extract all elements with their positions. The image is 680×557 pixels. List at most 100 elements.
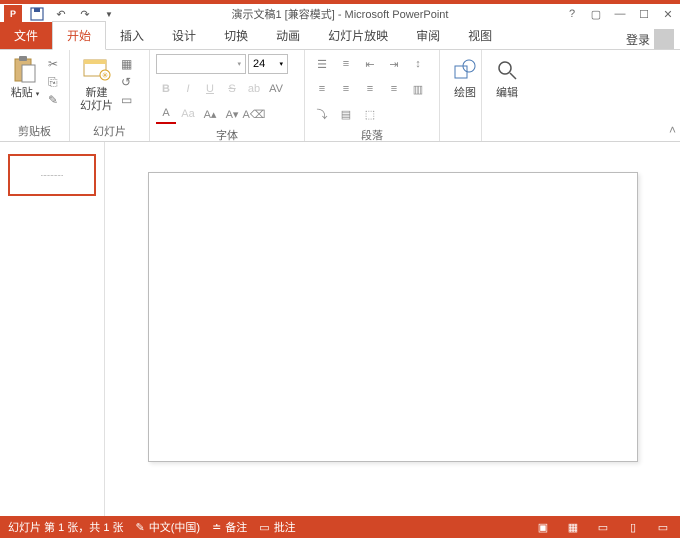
editing-group-label — [488, 125, 518, 139]
change-case-button[interactable]: Aa — [178, 104, 198, 124]
font-group-label: 字体 — [156, 125, 298, 143]
ribbon-tabs: 文件 开始 插入 设计 切换 动画 幻灯片放映 审阅 视图 登录 — [0, 24, 680, 50]
smartart-icon[interactable]: ⬚ — [359, 104, 381, 124]
group-drawing: 绘图 — [440, 50, 482, 141]
justify-icon[interactable]: ≡ — [383, 79, 405, 99]
help-icon[interactable]: ? — [564, 6, 580, 22]
normal-view-icon[interactable]: ▣ — [534, 520, 552, 534]
reset-icon[interactable]: ↺ — [121, 75, 137, 89]
slide-canvas[interactable] — [148, 172, 638, 462]
login-label: 登录 — [626, 31, 650, 48]
collapse-ribbon-icon[interactable]: ˄ — [669, 123, 676, 137]
drawing-label: 绘图 — [454, 87, 476, 100]
shapes-icon — [450, 55, 480, 85]
minimize-icon[interactable]: — — [612, 6, 628, 22]
layout-icon[interactable]: ▦ — [121, 57, 137, 71]
slide-thumbnail-1[interactable]: ................ — [8, 154, 96, 196]
align-text-icon[interactable]: ▤ — [335, 104, 357, 124]
drawing-button[interactable]: 绘图 — [446, 53, 484, 102]
spacing-icon[interactable]: AV — [266, 79, 286, 99]
bullets-icon[interactable]: ☰ — [311, 54, 333, 74]
spellcheck-icon: ✎ — [136, 521, 145, 534]
tab-insert[interactable]: 插入 — [106, 22, 158, 49]
align-center-icon[interactable]: ≡ — [335, 79, 357, 99]
group-paragraph: ☰ ≡ ⇤ ⇥ ↕ ≡ ≡ ≡ ≡ ▥ ⤵ ▤ ⬚ 段落 — [305, 50, 440, 141]
align-left-icon[interactable]: ≡ — [311, 79, 333, 99]
tab-file[interactable]: 文件 — [0, 22, 52, 49]
editing-label: 编辑 — [496, 87, 518, 100]
copy-icon[interactable]: ⎘ — [48, 75, 64, 89]
tab-design[interactable]: 设计 — [158, 22, 210, 49]
slides-group-label: 幻灯片 — [76, 121, 143, 139]
numbering-icon[interactable]: ≡ — [335, 54, 357, 74]
font-color-icon[interactable]: A — [156, 104, 176, 124]
font-size-combo[interactable]: 24▾ — [248, 54, 288, 74]
paste-label: 粘贴 ▾ — [11, 87, 40, 100]
shrink-font-icon[interactable]: A▾ — [222, 104, 242, 124]
sorter-view-icon[interactable]: ▦ — [564, 520, 582, 534]
tab-review[interactable]: 审阅 — [402, 22, 454, 49]
section-icon[interactable]: ▭ — [121, 93, 137, 107]
tab-slideshow[interactable]: 幻灯片放映 — [314, 22, 402, 49]
new-slide-button[interactable]: ✳ 新建 幻灯片 — [76, 53, 117, 115]
grow-font-icon[interactable]: A▴ — [200, 104, 220, 124]
workspace: ................ — [0, 142, 680, 516]
drawing-group-label — [446, 125, 475, 139]
statusbar: 幻灯片 第 1 张，共 1 张 ✎ 中文(中国) ≐ 备注 ▭ 批注 ▣ ▦ ▭… — [0, 516, 680, 538]
group-font: ▾ 24▾ B I U S ab AV A Aa A▴ A▾ A⌫ 字体 — [150, 50, 305, 141]
new-slide-label: 新建 幻灯片 — [80, 87, 113, 113]
clear-format-icon[interactable]: A⌫ — [244, 104, 264, 124]
cut-icon[interactable]: ✂ — [48, 57, 64, 71]
language-indicator[interactable]: ✎ 中文(中国) — [136, 519, 201, 535]
close-icon[interactable]: ✕ — [660, 6, 676, 22]
bold-button[interactable]: B — [156, 79, 176, 99]
columns-icon[interactable]: ▥ — [407, 79, 429, 99]
notes-button[interactable]: ≐ 备注 — [212, 519, 247, 535]
presenter-view-icon[interactable]: ▭ — [654, 520, 672, 534]
login-area[interactable]: 登录 — [626, 29, 674, 49]
tab-home[interactable]: 开始 — [52, 21, 106, 50]
align-right-icon[interactable]: ≡ — [359, 79, 381, 99]
ribbon: 粘贴 ▾ ✂ ⎘ ✎ 剪贴板 ✳ 新建 幻灯片 ▦ ↺ ▭ 幻灯片 — [0, 50, 680, 142]
reading-view-icon[interactable]: ▭ — [594, 520, 612, 534]
format-painter-icon[interactable]: ✎ — [48, 93, 64, 107]
notes-icon: ≐ — [212, 521, 221, 534]
new-slide-icon: ✳ — [82, 55, 112, 85]
save-icon[interactable] — [28, 5, 46, 23]
comments-icon: ▭ — [259, 521, 269, 534]
font-family-combo[interactable]: ▾ — [156, 54, 246, 74]
paragraph-group-label: 段落 — [311, 125, 433, 143]
tab-transitions[interactable]: 切换 — [210, 22, 262, 49]
underline-button[interactable]: U — [200, 79, 220, 99]
powerpoint-logo-icon: P — [4, 5, 22, 23]
paste-icon — [10, 55, 40, 85]
tab-view[interactable]: 视图 — [454, 22, 506, 49]
text-direction-icon[interactable]: ⤵ — [311, 104, 333, 124]
avatar-icon — [654, 29, 674, 49]
thumb-preview: ................ — [41, 172, 63, 178]
shadow-button[interactable]: ab — [244, 79, 264, 99]
window-controls: ? ▢ — ☐ ✕ — [564, 6, 676, 22]
find-icon — [492, 55, 522, 85]
group-slides: ✳ 新建 幻灯片 ▦ ↺ ▭ 幻灯片 — [70, 50, 150, 141]
indent-decrease-icon[interactable]: ⇤ — [359, 54, 381, 74]
comments-button[interactable]: ▭ 批注 — [259, 519, 295, 535]
tab-animations[interactable]: 动画 — [262, 22, 314, 49]
slide-edit-area — [105, 142, 680, 516]
svg-text:✳: ✳ — [101, 71, 108, 80]
slideshow-view-icon[interactable]: ▯ — [624, 520, 642, 534]
clipboard-group-label: 剪贴板 — [6, 121, 63, 139]
slide-counter[interactable]: 幻灯片 第 1 张，共 1 张 — [8, 519, 124, 535]
maximize-icon[interactable]: ☐ — [636, 6, 652, 22]
line-spacing-icon[interactable]: ↕ — [407, 54, 429, 74]
slide-thumbnail-pane: ................ — [0, 142, 105, 516]
group-clipboard: 粘贴 ▾ ✂ ⎘ ✎ 剪贴板 — [0, 50, 70, 141]
italic-button[interactable]: I — [178, 79, 198, 99]
editing-button[interactable]: 编辑 — [488, 53, 526, 102]
group-editing: 编辑 — [482, 50, 524, 141]
window-title: 演示文稿1 [兼容模式] - Microsoft PowerPoint — [232, 6, 449, 22]
ribbon-display-icon[interactable]: ▢ — [588, 6, 604, 22]
strike-button[interactable]: S — [222, 79, 242, 99]
paste-button[interactable]: 粘贴 ▾ — [6, 53, 44, 102]
indent-increase-icon[interactable]: ⇥ — [383, 54, 405, 74]
